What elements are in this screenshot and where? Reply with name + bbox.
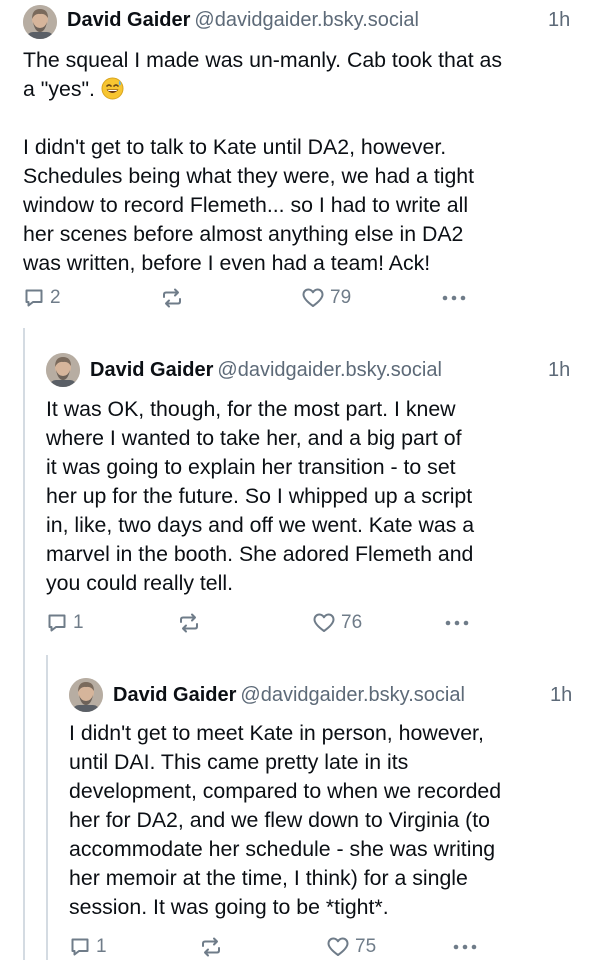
more-icon	[452, 942, 478, 952]
like-count: 75	[355, 936, 377, 957]
repost-button[interactable]	[199, 932, 228, 962]
post[interactable]: David Gaider @davidgaider.bsky.social 1h …	[0, 0, 594, 960]
like-button[interactable]: 75	[326, 932, 376, 962]
reply-icon	[69, 936, 91, 958]
more-button[interactable]	[452, 932, 478, 962]
repost-icon	[199, 935, 223, 959]
post-text: I didn't get to meet Kate in person, how…	[69, 721, 502, 919]
post-actions: 1 75	[69, 932, 589, 962]
timestamp[interactable]: 1h	[550, 683, 572, 707]
avatar[interactable]	[69, 678, 103, 712]
handle[interactable]: @davidgaider.bsky.social	[240, 684, 465, 706]
author-line: David Gaider @davidgaider.bsky.social	[113, 683, 465, 707]
reply-button[interactable]: 1	[69, 932, 107, 962]
display-name[interactable]: David Gaider	[113, 684, 236, 706]
reply-count: 1	[96, 936, 107, 957]
like-icon	[326, 935, 350, 959]
